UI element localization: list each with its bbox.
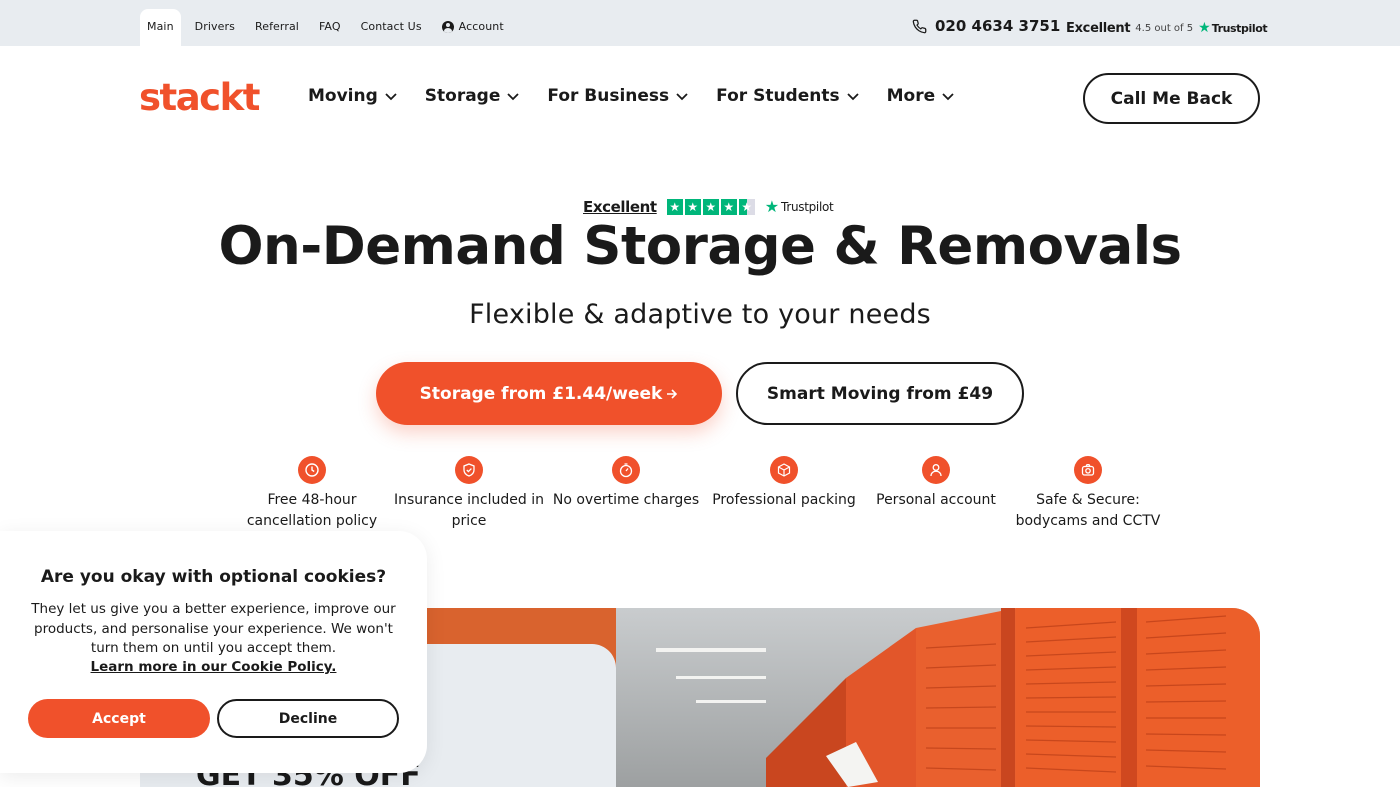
logo[interactable]: stackt (139, 76, 260, 120)
nav-label: For Students (716, 86, 840, 106)
trustpilot-rating: Excellent (583, 197, 657, 216)
trustpilot-score: 4.5 out of 5 (1135, 22, 1194, 34)
nav-for-students[interactable]: For Students (716, 86, 859, 106)
feature-text: Safe & Secure: bodycams and CCTV (1015, 492, 1161, 529)
camera-icon (1074, 456, 1102, 484)
phone-icon (912, 19, 927, 33)
hero-subtitle: Flexible & adaptive to your needs (469, 299, 931, 330)
feature-text: No overtime charges (552, 492, 700, 508)
feature-account: Personal account (861, 456, 1011, 511)
utility-link-faq[interactable]: FAQ (309, 9, 351, 46)
hero-title: On-Demand Storage & Removals (218, 216, 1182, 277)
cookie-consent-dialog: Are you okay with optional cookies? They… (0, 531, 427, 773)
trustpilot-brand: Trustpilot (1211, 21, 1268, 35)
accept-cookies-button[interactable]: Accept (28, 699, 210, 738)
arrow-right-icon (667, 388, 678, 399)
cookie-title: Are you okay with optional cookies? (40, 567, 387, 587)
trustpilot-brand: Trustpilot (781, 199, 834, 214)
call-me-back-button[interactable]: Call Me Back (1083, 73, 1260, 124)
shield-check-icon (455, 456, 483, 484)
phone-number: 020 4634 3751 (935, 17, 1061, 35)
cookie-policy-link[interactable]: Learn more in our Cookie Policy. (0, 659, 427, 675)
moving-cta-button[interactable]: Smart Moving from £49 (736, 362, 1024, 425)
nav-label: Moving (308, 86, 378, 106)
feature-insurance: Insurance included in price (394, 456, 544, 532)
cookie-body: They let us give you a better experience… (31, 601, 396, 656)
user-icon (922, 456, 950, 484)
utility-link-drivers[interactable]: Drivers (185, 9, 245, 46)
utility-link-referral[interactable]: Referral (245, 9, 309, 46)
star-icon: ★ (684, 198, 701, 215)
utility-link-label: Contact Us (360, 20, 422, 33)
feature-text: Professional packing (712, 492, 856, 508)
account-icon (441, 21, 454, 33)
utility-link-label: Drivers (194, 20, 235, 33)
feature-text: Free 48-hour cancellation policy (246, 492, 378, 529)
utility-links: Main Drivers Referral FAQ Contact Us Acc… (140, 9, 514, 46)
decline-cookies-button[interactable]: Decline (217, 699, 399, 738)
utility-link-label: Referral (254, 20, 299, 33)
main-nav: Moving Storage For Business For Students… (308, 86, 982, 106)
utility-link-contact[interactable]: Contact Us (351, 9, 432, 46)
star-icon: ★ (720, 198, 737, 215)
nav-moving[interactable]: Moving (308, 86, 397, 106)
storage-corridor-illustration (616, 608, 1260, 787)
phone-link[interactable]: 020 4634 3751 (912, 17, 1060, 35)
trustpilot-stars: ★ ★ ★ ★ ★ (666, 198, 757, 215)
utility-link-label: Account (458, 20, 504, 33)
feature-text: Personal account (876, 492, 996, 508)
nav-label: More (886, 86, 936, 106)
feature-text: Insurance included in price (394, 492, 544, 529)
storage-cta-button[interactable]: Storage from £1.44/week (376, 362, 722, 425)
trustpilot-rating: Excellent (1066, 20, 1131, 36)
nav-label: For Business (547, 86, 670, 106)
feature-security: Safe & Secure: bodycams and CCTV (1013, 456, 1163, 532)
clock-icon (298, 456, 326, 484)
box-icon (770, 456, 798, 484)
timer-icon (612, 456, 640, 484)
trustpilot-star-icon: ★ (1198, 20, 1211, 36)
nav-storage[interactable]: Storage (425, 86, 520, 106)
chevron-down-icon (507, 93, 520, 101)
star-icon: ★ (666, 198, 683, 215)
trustpilot-widget-top[interactable]: Excellent 4.5 out of 5 ★ Trustpilot (1066, 20, 1268, 36)
nav-label: Storage (424, 86, 501, 106)
utility-link-label: Main (147, 20, 174, 33)
nav-more[interactable]: More (887, 86, 955, 106)
utility-bar: Main Drivers Referral FAQ Contact Us Acc… (0, 0, 1400, 46)
chevron-down-icon (846, 93, 859, 101)
nav-for-business[interactable]: For Business (547, 86, 688, 106)
storage-cta-label: Storage from £1.44/week (419, 383, 663, 404)
storage-units-photo (616, 608, 1260, 787)
chevron-down-icon (385, 93, 397, 101)
feature-cancellation: Free 48-hour cancellation policy (237, 456, 387, 532)
star-icon: ★ (702, 198, 719, 215)
utility-link-main[interactable]: Main (140, 9, 181, 46)
chevron-down-icon (676, 93, 688, 101)
feature-packing: Professional packing (709, 456, 859, 511)
utility-link-label: FAQ (318, 20, 341, 33)
utility-link-account[interactable]: Account (432, 9, 514, 46)
chevron-down-icon (942, 93, 954, 101)
half-star-icon: ★ (738, 198, 755, 215)
feature-no-overtime: No overtime charges (551, 456, 701, 511)
